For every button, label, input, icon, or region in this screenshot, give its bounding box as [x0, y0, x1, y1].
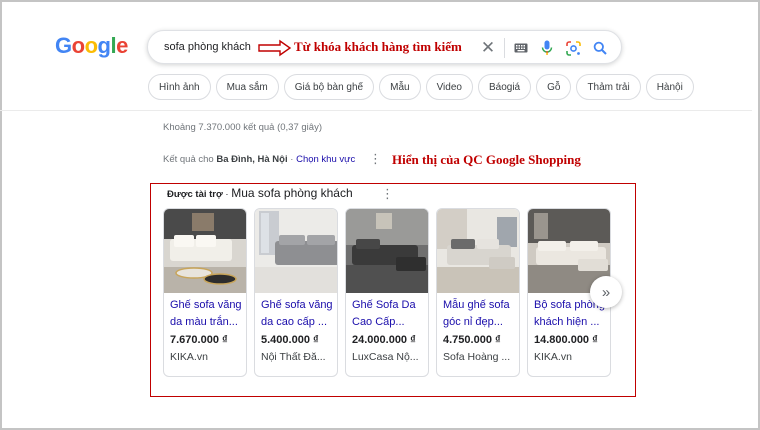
shopping-title: Mua sofa phòng khách — [231, 186, 353, 200]
chip-price[interactable]: Giá bộ bàn ghế — [283, 74, 375, 100]
product-title[interactable]: Mẫu ghế sofa góc nỉ đẹp... — [443, 297, 519, 331]
filter-chips: Hình ảnh Mua sắm Giá bộ bàn ghế Mẫu Vide… — [148, 74, 694, 100]
close-icon[interactable]: ✕ — [479, 39, 497, 57]
product-store: KIKA.vn — [534, 351, 572, 363]
chip-video[interactable]: Video — [425, 74, 473, 100]
product-image[interactable] — [437, 209, 519, 293]
logo-letter: o — [84, 33, 98, 58]
result-stats: Khoảng 7.370.000 kết quả (0,37 giây) — [163, 122, 322, 133]
product-store: KIKA.vn — [170, 351, 208, 363]
searchbar-divider — [504, 38, 505, 58]
product-image[interactable] — [255, 209, 337, 293]
chip-hanoi[interactable]: Hànội — [645, 74, 694, 100]
product-price: 24.000.000 ₫ — [352, 334, 416, 346]
annotation-keyword: Từ khóa khách hàng tìm kiếm — [294, 39, 462, 54]
more-vert-icon[interactable]: ⋮ — [381, 186, 394, 202]
product-store: Nội Thất Đă... — [261, 351, 326, 363]
product-price: 7.670.000 ₫ — [170, 334, 228, 346]
chip-wood[interactable]: Gỗ — [536, 74, 572, 100]
annotation-arrow — [258, 39, 292, 57]
chip-quote[interactable]: Báogiá — [477, 74, 532, 100]
mic-icon[interactable] — [538, 39, 556, 57]
product-store: Sofa Hoàng ... — [443, 351, 511, 363]
product-price: 14.800.000 ₫ — [534, 334, 598, 346]
product-carousel: Ghế sofa văng da màu trắn... 7.670.000 ₫… — [163, 208, 611, 377]
product-card[interactable]: Ghế sofa văng da cao cấp ... 5.400.000 ₫… — [254, 208, 338, 377]
product-store: LuxCasa Nộ... — [352, 351, 419, 363]
product-price: 5.400.000 ₫ — [261, 334, 319, 346]
chip-styles[interactable]: Mẫu — [379, 74, 421, 100]
product-image[interactable] — [164, 209, 246, 293]
location-place: Ba Đình, Hà Nội — [216, 154, 288, 165]
header-divider — [0, 110, 752, 111]
shopping-separator: · — [225, 189, 229, 200]
sponsored-label: Được tài trợ — [167, 189, 223, 200]
location-prefix: Kết quả cho — [163, 154, 214, 165]
product-price: 4.750.000 ₫ — [443, 334, 501, 346]
search-icon[interactable] — [591, 39, 609, 57]
chip-images[interactable]: Hình ảnh — [148, 74, 211, 100]
product-card[interactable]: Ghế Sofa Da Cao Cấp... 24.000.000 ₫ LuxC… — [345, 208, 429, 377]
more-vert-icon[interactable]: ⋮ — [369, 151, 382, 167]
product-title[interactable]: Ghế sofa văng da cao cấp ... — [261, 297, 337, 331]
location-separator: · — [290, 154, 294, 165]
chip-rug[interactable]: Thảm trải — [576, 74, 641, 100]
product-title[interactable]: Ghế sofa văng da màu trắn... — [170, 297, 246, 331]
product-card[interactable]: Mẫu ghế sofa góc nỉ đẹp... 4.750.000 ₫ S… — [436, 208, 520, 377]
logo-letter: G — [55, 33, 72, 58]
choose-area-link[interactable]: Chọn khu vực — [296, 154, 355, 165]
logo-letter: g — [97, 33, 111, 58]
chip-shopping[interactable]: Mua sắm — [215, 74, 279, 100]
search-bar[interactable]: sofa phòng khách Từ khóa khách hàng tìm … — [147, 30, 622, 64]
shopping-header: Được tài trợ · Mua sofa phòng khách — [167, 186, 353, 200]
product-title[interactable]: Ghế Sofa Da Cao Cấp... — [352, 297, 428, 331]
search-input[interactable]: sofa phòng khách — [164, 41, 251, 53]
product-card[interactable]: Ghế sofa văng da màu trắn... 7.670.000 ₫… — [163, 208, 247, 377]
lens-icon[interactable] — [564, 39, 582, 57]
annotation-shopping: Hiển thị của QC Google Shopping — [392, 152, 581, 167]
logo-letter: e — [116, 33, 128, 58]
location-line: Kết quả cho Ba Đình, Hà Nội · Chọn khu v… — [163, 154, 355, 165]
product-image[interactable] — [346, 209, 428, 293]
google-logo[interactable]: Google — [55, 33, 128, 59]
chevron-double-right-icon[interactable]: » — [590, 276, 622, 308]
keyboard-icon[interactable] — [512, 39, 530, 57]
logo-letter: o — [71, 33, 85, 58]
